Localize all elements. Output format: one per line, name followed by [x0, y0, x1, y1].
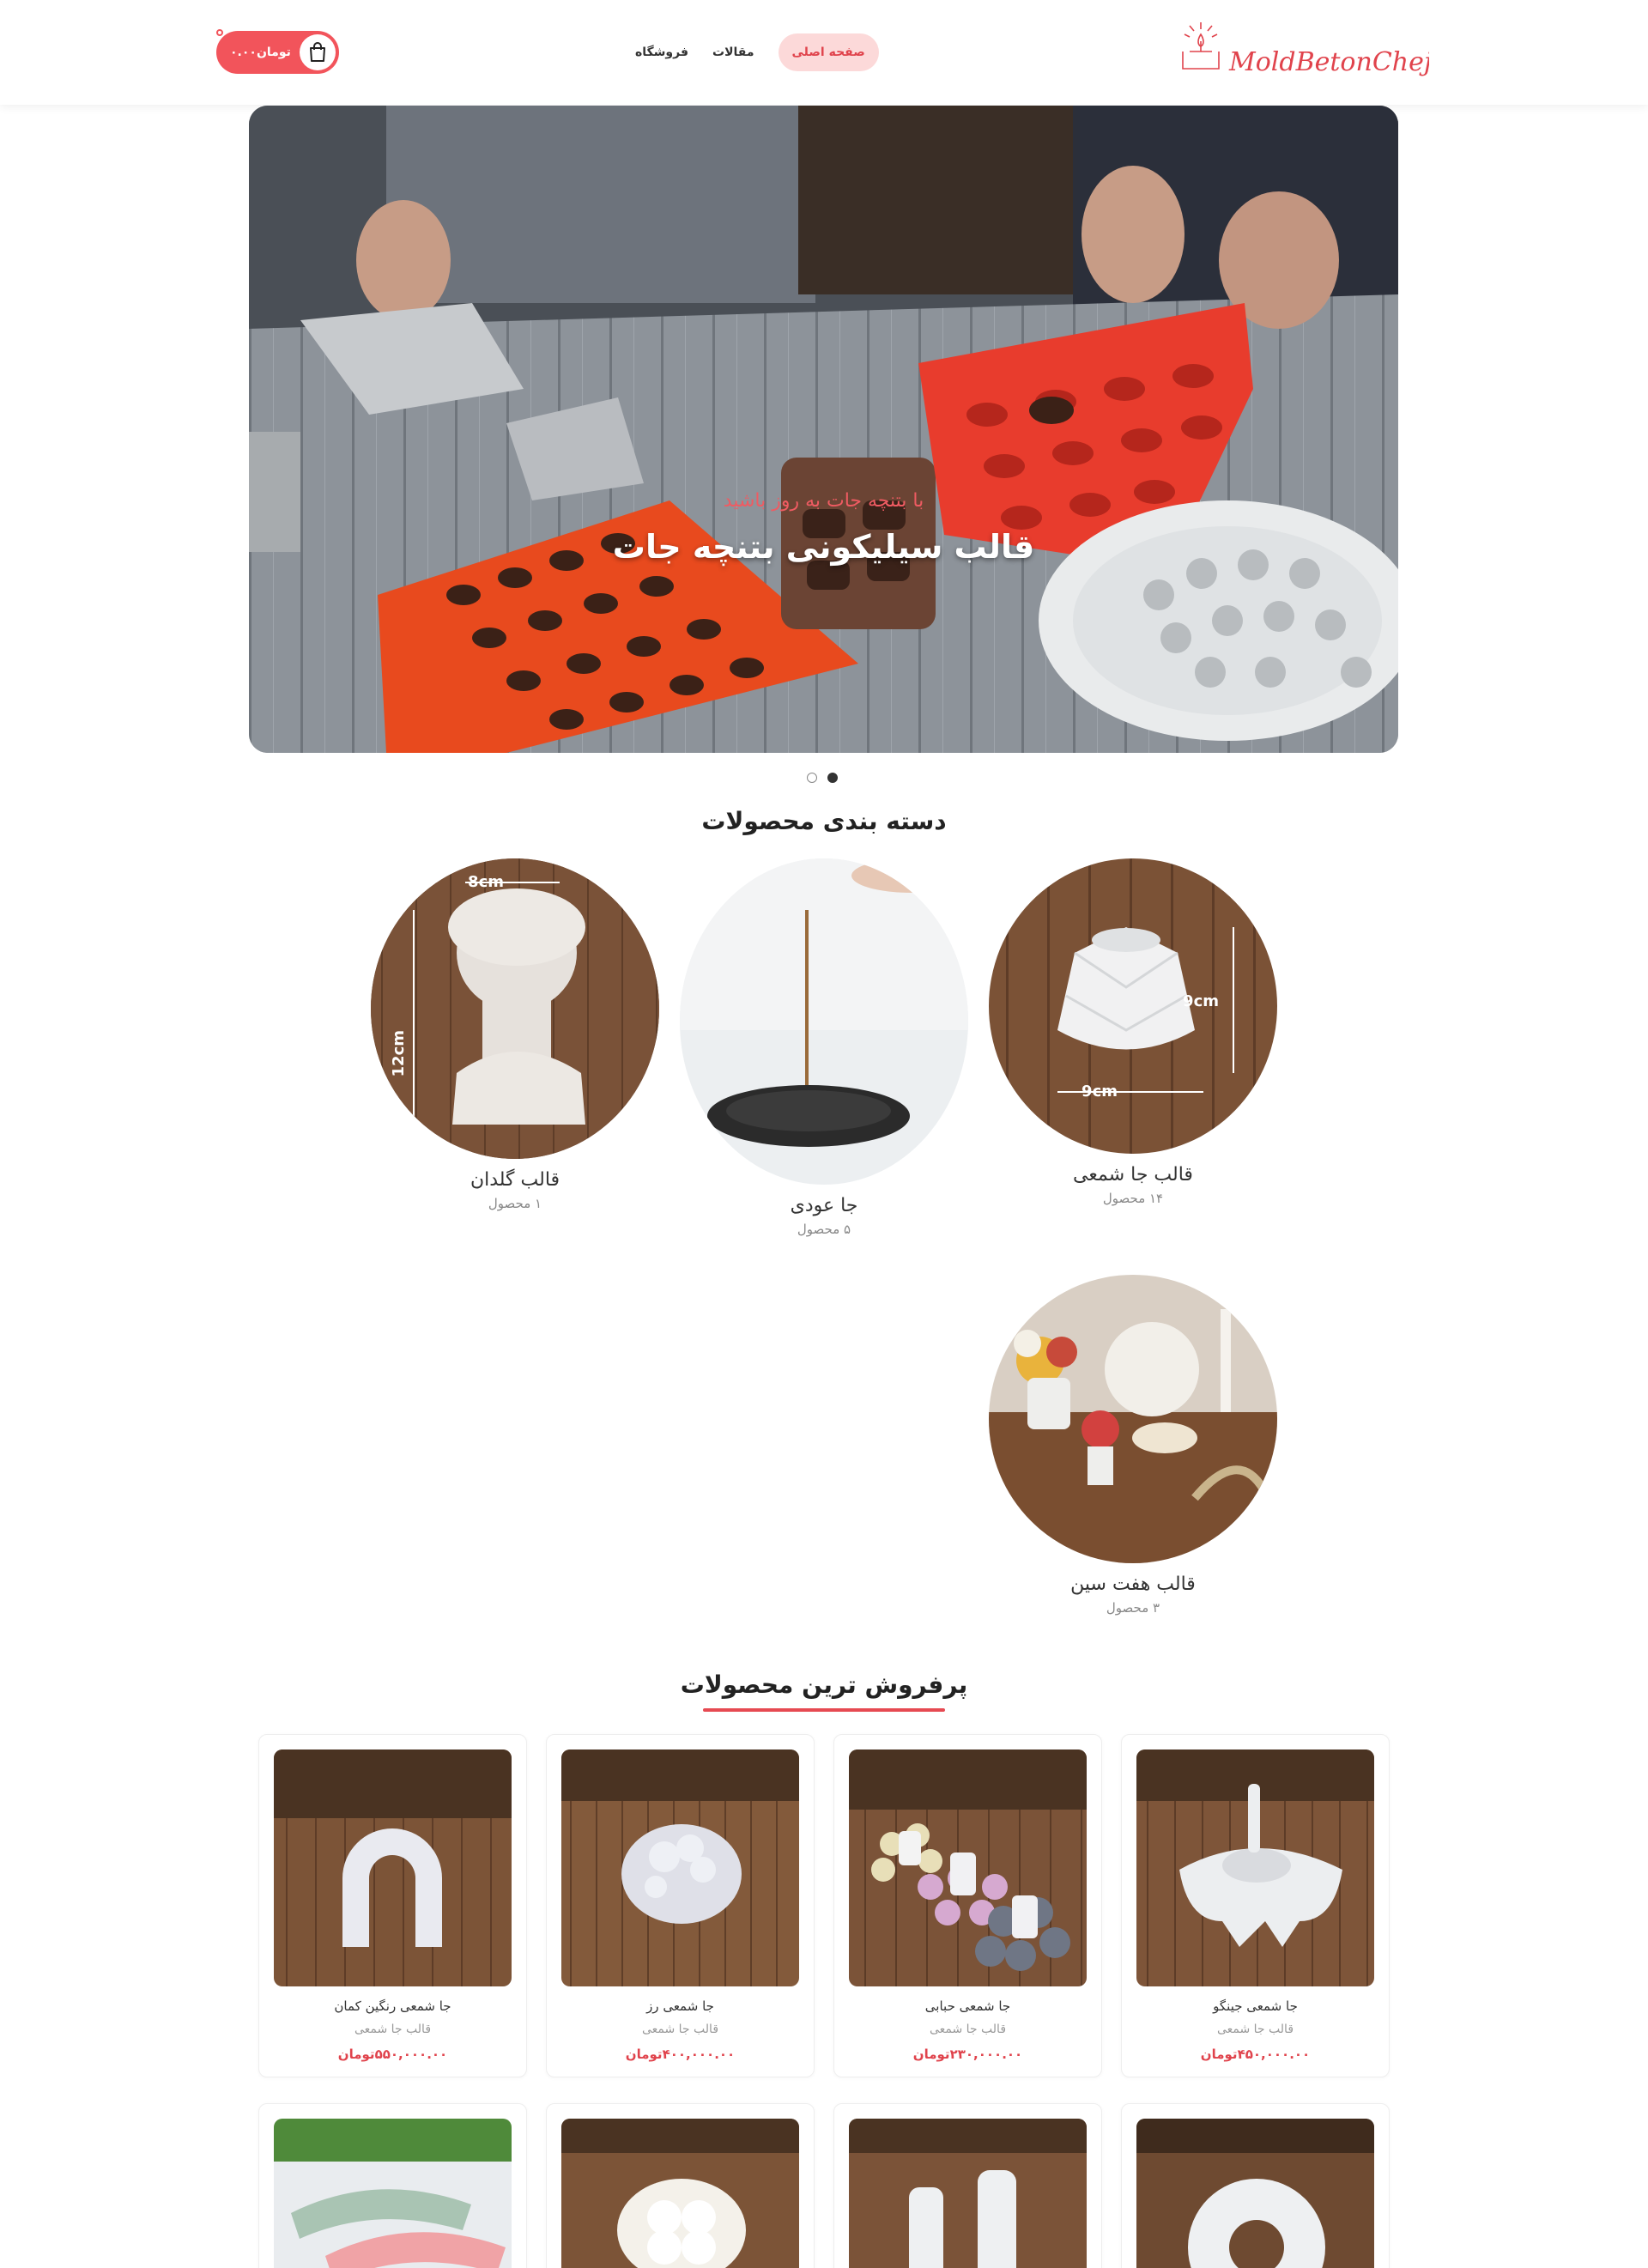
category-name[interactable]: قالب هفت سین: [987, 1574, 1279, 1595]
shopping-bag-icon: [300, 34, 336, 70]
category-count: ۱ محصول: [488, 1196, 542, 1211]
product-category[interactable]: قالب جا شمعی: [561, 2022, 799, 2036]
category-name[interactable]: قالب گلدان: [369, 1169, 661, 1191]
title-underline: [703, 1708, 945, 1712]
candle-icon: [1182, 22, 1220, 70]
product-image[interactable]: [561, 2119, 799, 2268]
product-image[interactable]: [849, 2119, 1087, 2268]
product-image[interactable]: [1136, 2119, 1374, 2268]
product-category[interactable]: قالب جا شمعی: [849, 2022, 1087, 2036]
category-image: 9cm 9cm: [989, 858, 1277, 1154]
hero-title: قالب سیلیکونی بتنچه جات: [612, 528, 1035, 566]
product-image[interactable]: [274, 1750, 512, 1986]
product-name[interactable]: جا شمعی حبابی: [849, 1998, 1087, 2014]
product-price: ۴۰۰,۰۰۰.۰۰تومان: [625, 2047, 736, 2062]
category-count: ۱۴ محصول: [1102, 1191, 1164, 1206]
category-image: [989, 1275, 1277, 1563]
product-card[interactable]: جا شمعی حبابی قالب جا شمعی ۲۳۰,۰۰۰.۰۰توم…: [833, 1734, 1102, 2077]
category-image: [680, 858, 968, 1185]
product-image[interactable]: [561, 1750, 799, 1986]
dimension-label: 12cm: [390, 1030, 408, 1076]
cart-total: تومان۰.۰۰: [230, 45, 291, 59]
site-logo[interactable]: MoldBetonChejat: [1176, 19, 1458, 88]
main-nav: صفحه اصلی مقالات فروشگاه: [635, 31, 879, 74]
cart-button[interactable]: تومان۰.۰۰: [216, 29, 339, 74]
nav-home[interactable]: صفحه اصلی: [778, 33, 879, 71]
product-price: ۵۵۰,۰۰۰.۰۰تومان: [337, 2047, 448, 2062]
cart-count-badge: [216, 29, 223, 36]
product-category[interactable]: قالب جا شمعی: [1136, 2022, 1374, 2036]
category-image: 8cm 12cm: [371, 858, 659, 1159]
product-category[interactable]: قالب جا شمعی: [274, 2022, 512, 2036]
site-header: تومان۰.۰۰ صفحه اصلی مقالات فروشگاه MoldB…: [0, 0, 1648, 105]
slider-dots: [807, 773, 838, 783]
category-name[interactable]: قالب جا شمعی: [987, 1164, 1279, 1186]
category-haft-sin[interactable]: قالب هفت سین ۳ محصول: [987, 1275, 1279, 1616]
product-image[interactable]: [274, 2119, 512, 2268]
nav-articles[interactable]: مقالات: [712, 45, 754, 59]
product-name[interactable]: جا شمعی رز: [561, 1998, 799, 2014]
dimension-label: 8cm: [468, 873, 504, 891]
product-price: ۴۵۰,۰۰۰.۰۰تومان: [1200, 2047, 1311, 2062]
categories-title: دسته بندی محصولات: [701, 807, 947, 835]
hero-subtitle: با بتنچه جات به روز باشید: [723, 490, 924, 512]
product-card[interactable]: [258, 2103, 527, 2268]
logo-text: MoldBetonChejat: [1228, 47, 1429, 77]
product-card[interactable]: جا شمعی رنگین کمان قالب جا شمعی ۵۵۰,۰۰۰.…: [258, 1734, 527, 2077]
slider-dot-active[interactable]: [827, 773, 838, 783]
hero-image: [249, 106, 1398, 753]
nav-shop[interactable]: فروشگاه: [635, 45, 688, 59]
category-count: ۳ محصول: [1106, 1600, 1160, 1616]
product-image[interactable]: [1136, 1750, 1374, 1986]
product-name[interactable]: جا شمعی رنگین کمان: [274, 1998, 512, 2014]
product-card[interactable]: [546, 2103, 815, 2268]
product-card[interactable]: جا شمعی جینگو قالب جا شمعی ۴۵۰,۰۰۰.۰۰توم…: [1121, 1734, 1390, 2077]
product-card[interactable]: [833, 2103, 1102, 2268]
product-image[interactable]: [849, 1750, 1087, 1986]
product-name[interactable]: جا شمعی جینگو: [1136, 1998, 1374, 2014]
category-candle-holder[interactable]: 9cm 9cm قالب جا شمعی ۱۴ محصول: [987, 858, 1279, 1206]
dimension-label: 9cm: [1183, 992, 1219, 1010]
hero-slider[interactable]: با بتنچه جات به روز باشید قالب سیلیکونی …: [249, 106, 1398, 753]
product-price: ۲۳۰,۰۰۰.۰۰تومان: [912, 2047, 1023, 2062]
category-incense-holder[interactable]: جا عودی ۵ محصول: [678, 858, 970, 1237]
category-name[interactable]: جا عودی: [678, 1195, 970, 1216]
product-card[interactable]: [1121, 2103, 1390, 2268]
bestsellers-title: پرفروش ترین محصولات: [680, 1671, 968, 1699]
slider-dot[interactable]: [807, 773, 817, 783]
category-count: ۵ محصول: [797, 1222, 851, 1237]
product-card[interactable]: جا شمعی رز قالب جا شمعی ۴۰۰,۰۰۰.۰۰تومان: [546, 1734, 815, 2077]
category-vase[interactable]: 8cm 12cm قالب گلدان ۱ محصول: [369, 858, 661, 1211]
dimension-label: 9cm: [1082, 1082, 1118, 1101]
